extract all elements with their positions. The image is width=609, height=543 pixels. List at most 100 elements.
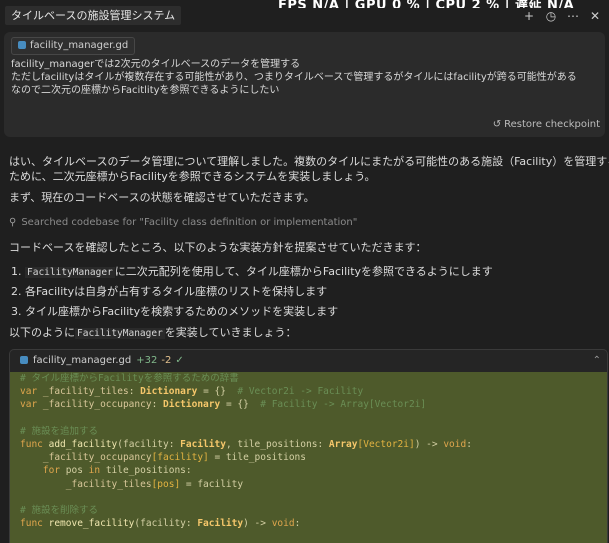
code-token: = {} — [197, 386, 238, 398]
user-message-line: ただしfacilityはタイルが複数存在する可能性があり、つまりタイルベースで管… — [11, 72, 577, 83]
code-token: _facility_occupancy — [37, 399, 152, 411]
code-token: _facility_tiles — [20, 478, 152, 490]
list-number: 1. — [11, 265, 22, 278]
code-token: add_facility — [42, 438, 118, 450]
implement-intro: 以下のように FacilityManager を実装していきましょう： — [9, 325, 607, 341]
list-text: 各Facilityは自身が占有するタイル座標のリストを保持します — [25, 285, 328, 298]
code-line: for pos in tile_positions: — [20, 464, 607, 477]
code-token: # Vector2i -> Facility — [237, 386, 364, 398]
code-token: var — [20, 386, 38, 398]
code-line: # タイル座標からFacilityを参照するための辞書 — [20, 372, 607, 385]
restore-checkpoint-label: Restore checkpoint — [504, 119, 600, 130]
code-token: : — [128, 386, 141, 398]
code-token: , tile_positions: — [225, 438, 329, 450]
list-item: 1. FacilityManager に二次元配列を使用して、タイル座標からFac… — [11, 263, 493, 279]
code-token: (facility: — [134, 518, 198, 530]
code-token: ) -> — [243, 518, 272, 530]
code-token: Array — [328, 438, 358, 450]
code-line: func remove_facility(facility: Facility)… — [20, 517, 607, 530]
assistant-intro-line: ために、二次元座標からFacilityを参照できるシステムを実装しましょう。 — [9, 170, 376, 183]
code-token: void — [443, 438, 467, 450]
code-token: tile_positions: — [100, 465, 192, 477]
assistant-check-text: まず、現在のコードベースの状態を確認させていただきます。 — [9, 191, 315, 204]
code-token: = {} — [220, 399, 261, 411]
plan-intro: コードベースを確認したところ、以下のような実装方針を提案させていただきます： — [9, 240, 607, 255]
code-token: = facility — [180, 478, 244, 490]
code-token: [facility] — [151, 452, 209, 464]
check-icon: ✓ — [175, 355, 184, 366]
chat-title[interactable]: タイルベースの施設管理システム — [5, 6, 182, 25]
chat-header: タイルベースの施設管理システム FPS N/A | GPU 0 % | CPU … — [0, 0, 609, 32]
implement-post-text: を実装していきましょう： — [164, 326, 297, 339]
code-token: # 施設を削除する — [20, 504, 98, 516]
code-token: [Vector2i] — [357, 438, 415, 450]
more-icon[interactable]: ⋯ — [567, 9, 579, 23]
list-text: に二次元配列を使用して、タイル座標からFacilityを参照できるようにします — [114, 265, 493, 278]
code-token: func — [20, 518, 43, 530]
code-token: ) -> — [414, 438, 444, 450]
code-token: _facility_occupancy — [20, 452, 152, 464]
code-line: var _facility_occupancy: Dictionary = {}… — [20, 398, 607, 411]
searched-codebase-text: Searched codebase for "Facility class de… — [21, 217, 358, 228]
code-token: # タイル座標からFacilityを参照するための辞書 — [20, 373, 239, 384]
list-text: タイル座標からFacilityを検索するためのメソッドを実装します — [25, 305, 339, 318]
code-token: Dictionary — [140, 386, 198, 398]
code-token: Facility — [197, 518, 244, 530]
assistant-intro: はい、タイルベースのデータ管理について理解しました。複数のタイルにまたがる可能性… — [9, 154, 609, 184]
code-token: in — [88, 465, 101, 477]
code-token: [pos] — [151, 478, 181, 490]
code-block: facility_manager.gd +32 -2 ✓ ⌃ # タイル座標からFac… — [9, 349, 608, 543]
code-token: for — [20, 465, 61, 477]
user-message-text: facility_managerでは2次元のタイルベースのデータを管理する ただ… — [11, 58, 601, 97]
implement-pre-text: 以下のように — [9, 326, 75, 339]
code-token: remove_facility — [42, 518, 135, 530]
header-actions: + ◷ ⋯ ✕ — [523, 9, 601, 23]
history-icon[interactable]: ◷ — [545, 9, 557, 23]
user-message-line: なので二次元の座標からFacitlityを参照できるようにしたい — [11, 85, 280, 96]
plus-icon[interactable]: + — [523, 9, 535, 23]
code-token: void — [271, 518, 295, 530]
code-line: func add_facility(facility: Facility, ti… — [20, 438, 607, 451]
list-number: 3. — [11, 305, 22, 318]
code-token: (facility: — [117, 438, 181, 450]
assistant-intro-line: はい、タイルベースのデータ管理について理解しました。複数のタイルにまたがる可能性… — [9, 155, 609, 168]
godot-file-icon — [20, 356, 28, 364]
code-token: # 施設を追加する — [20, 425, 98, 437]
searched-codebase-item[interactable]: ⚲ Searched codebase for "Facility class d… — [9, 217, 357, 228]
code-line: _facility_occupancy[facility] = tile_pos… — [20, 451, 607, 464]
user-message-line: facility_managerでは2次元のタイルベースのデータを管理する — [11, 59, 301, 70]
list-item: 2. 各Facilityは自身が占有するタイル座標のリストを保持します — [11, 283, 327, 299]
code-line: _facility_tiles[pos] = facility — [20, 478, 607, 491]
file-chip-label: facility_manager.gd — [30, 40, 129, 51]
code-token: : — [151, 399, 164, 411]
code-token: : — [294, 518, 301, 530]
code-token: pos — [60, 465, 89, 477]
assistant-check-line: まず、現在のコードベースの状態を確認させていただきます。 — [9, 190, 607, 205]
code-block-header[interactable]: facility_manager.gd +32 -2 ✓ ⌃ — [10, 350, 607, 372]
code-token: # Facility -> Array[Vector2i] — [260, 399, 427, 411]
inline-code: FacilityManager — [75, 328, 165, 339]
code-filename: facility_manager.gd — [33, 355, 132, 366]
code-token: : — [466, 438, 472, 450]
code-token: = tile_positions — [208, 452, 306, 464]
lines-removed: -2 — [161, 355, 172, 366]
user-message: facility_manager.gd facility_managerでは2次… — [4, 32, 605, 137]
file-chip[interactable]: facility_manager.gd — [11, 37, 136, 55]
code-token: Dictionary — [163, 399, 221, 411]
code-token: Facility — [180, 438, 226, 450]
code-line: var _facility_tiles: Dictionary = {} # V… — [20, 385, 607, 398]
expand-chevron-icon[interactable]: ⌃ — [593, 350, 601, 372]
list-item: 3. タイル座標からFacilityを検索するためのメソッドを実装します — [11, 303, 338, 319]
plan-intro-text: コードベースを確認したところ、以下のような実装方針を提案させていただきます： — [9, 241, 427, 254]
code-content: # タイル座標からFacilityを参照するための辞書 var _facility… — [10, 372, 607, 543]
code-token: func — [20, 438, 43, 450]
performance-overlay: FPS N/A | GPU 0 % | CPU 2 % | 遅延 N/A — [278, 0, 575, 8]
restore-checkpoint-button[interactable]: ↺ Restore checkpoint — [493, 119, 600, 130]
code-line: # 施設を削除する — [20, 504, 607, 517]
code-line: # 施設を追加する — [20, 425, 607, 438]
close-icon[interactable]: ✕ — [589, 9, 601, 23]
code-token: var — [20, 399, 38, 411]
list-number: 2. — [11, 285, 22, 298]
